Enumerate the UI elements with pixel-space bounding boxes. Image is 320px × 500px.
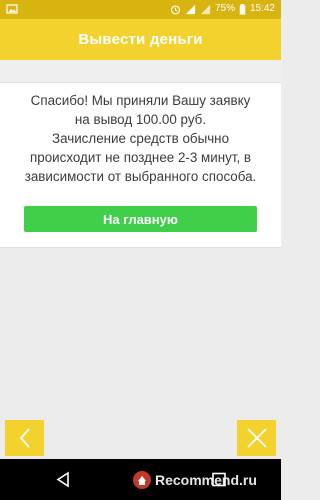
- message-line: на вывод 100.00 руб.: [74, 112, 207, 127]
- message-line: происходит не позднее 2-3 минут, в: [30, 150, 251, 165]
- clock: 15:42: [249, 3, 275, 14]
- sub-header-strip: [0, 60, 281, 83]
- status-bar: 75% 15:42: [0, 0, 281, 19]
- watermark: Recommend.ru: [132, 470, 257, 490]
- battery-icon: [239, 3, 246, 15]
- signal-icon: [200, 4, 211, 14]
- confirmation-message: Спасибо! Мы приняли Вашу заявку на вывод…: [0, 91, 281, 186]
- page-title: Вывести деньги: [78, 31, 203, 48]
- message-line: Спасибо! Мы приняли Вашу заявку: [30, 93, 251, 108]
- alarm-icon: [170, 4, 180, 14]
- nav-back-icon[interactable]: [55, 471, 71, 488]
- home-button[interactable]: На главную: [24, 206, 257, 232]
- signal-icon: [185, 4, 196, 14]
- confirmation-card: Спасибо! Мы приняли Вашу заявку на вывод…: [0, 83, 281, 248]
- back-button[interactable]: [5, 420, 44, 456]
- image-icon: [6, 4, 18, 14]
- close-button[interactable]: [237, 420, 276, 456]
- watermark-text: Recommend.ru: [155, 472, 257, 488]
- battery-percent: 75%: [214, 3, 235, 14]
- app-bar: Вывести деньги: [0, 19, 281, 60]
- close-icon: [246, 428, 267, 448]
- message-line: зависимости от выбранного способа.: [24, 169, 257, 184]
- status-icons: 75% 15:42: [170, 3, 275, 15]
- chevron-left-icon: [19, 428, 30, 448]
- message-line: Зачисление средств обычно: [51, 131, 230, 146]
- watermark-logo-icon: [133, 471, 151, 489]
